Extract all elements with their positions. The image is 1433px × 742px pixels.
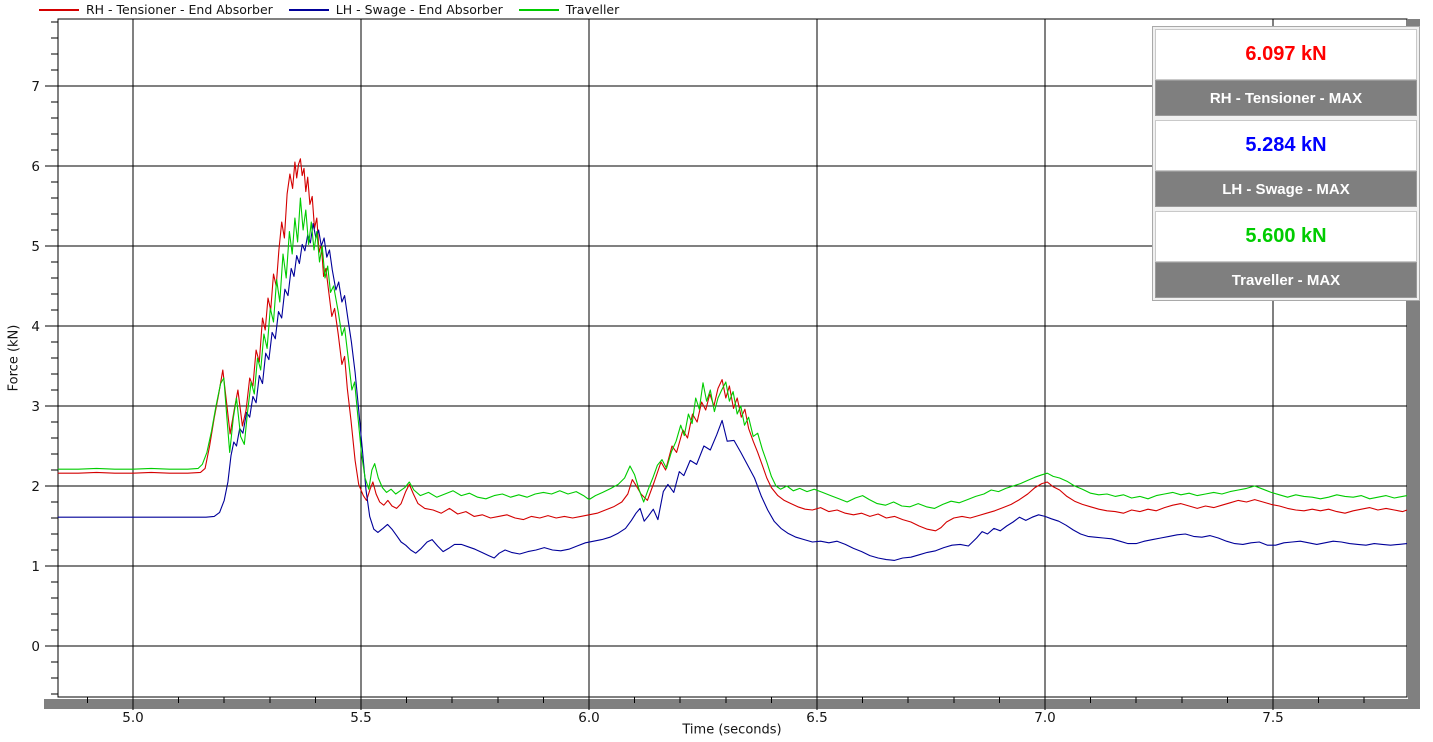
max-readouts-panel: 6.097 kN RH - Tensioner - MAX 5.284 kN L… [1152,26,1420,301]
max-readout-rh-tensioner: 6.097 kN RH - Tensioner - MAX [1155,29,1417,116]
x-tick-label: 7.5 [1262,710,1283,726]
x-tick-label: 5.0 [122,710,143,726]
y-tick-label: 7 [31,79,40,95]
x-tick-label: 5.5 [350,710,371,726]
x-tick-label: 6.0 [578,710,599,726]
max-readout-lh-swage: 5.284 kN LH - Swage - MAX [1155,120,1417,207]
y-axis-title: Force (kN) [7,325,22,392]
y-tick-label: 2 [31,479,40,495]
max-label-traveller: Traveller - MAX [1155,262,1417,298]
max-readout-traveller: 5.600 kN Traveller - MAX [1155,211,1417,298]
measurement-chart-window: RH - Tensioner - End Absorber LH - Swage… [0,0,1433,742]
y-tick-label: 0 [31,639,40,655]
x-tick-label: 6.5 [806,710,827,726]
y-tick-label: 1 [31,559,40,575]
max-value-traveller: 5.600 kN [1155,211,1417,262]
max-label-rh-tensioner: RH - Tensioner - MAX [1155,80,1417,116]
y-tick-label: 5 [31,239,40,255]
max-label-lh-swage: LH - Swage - MAX [1155,171,1417,207]
max-value-rh-tensioner: 6.097 kN [1155,29,1417,80]
y-tick-label: 4 [31,319,40,335]
x-tick-label: 7.0 [1034,710,1055,726]
max-value-lh-swage: 5.284 kN [1155,120,1417,171]
y-tick-label: 6 [31,159,40,175]
y-tick-label: 3 [31,399,40,415]
x-axis-title: Time (seconds) [682,723,781,738]
